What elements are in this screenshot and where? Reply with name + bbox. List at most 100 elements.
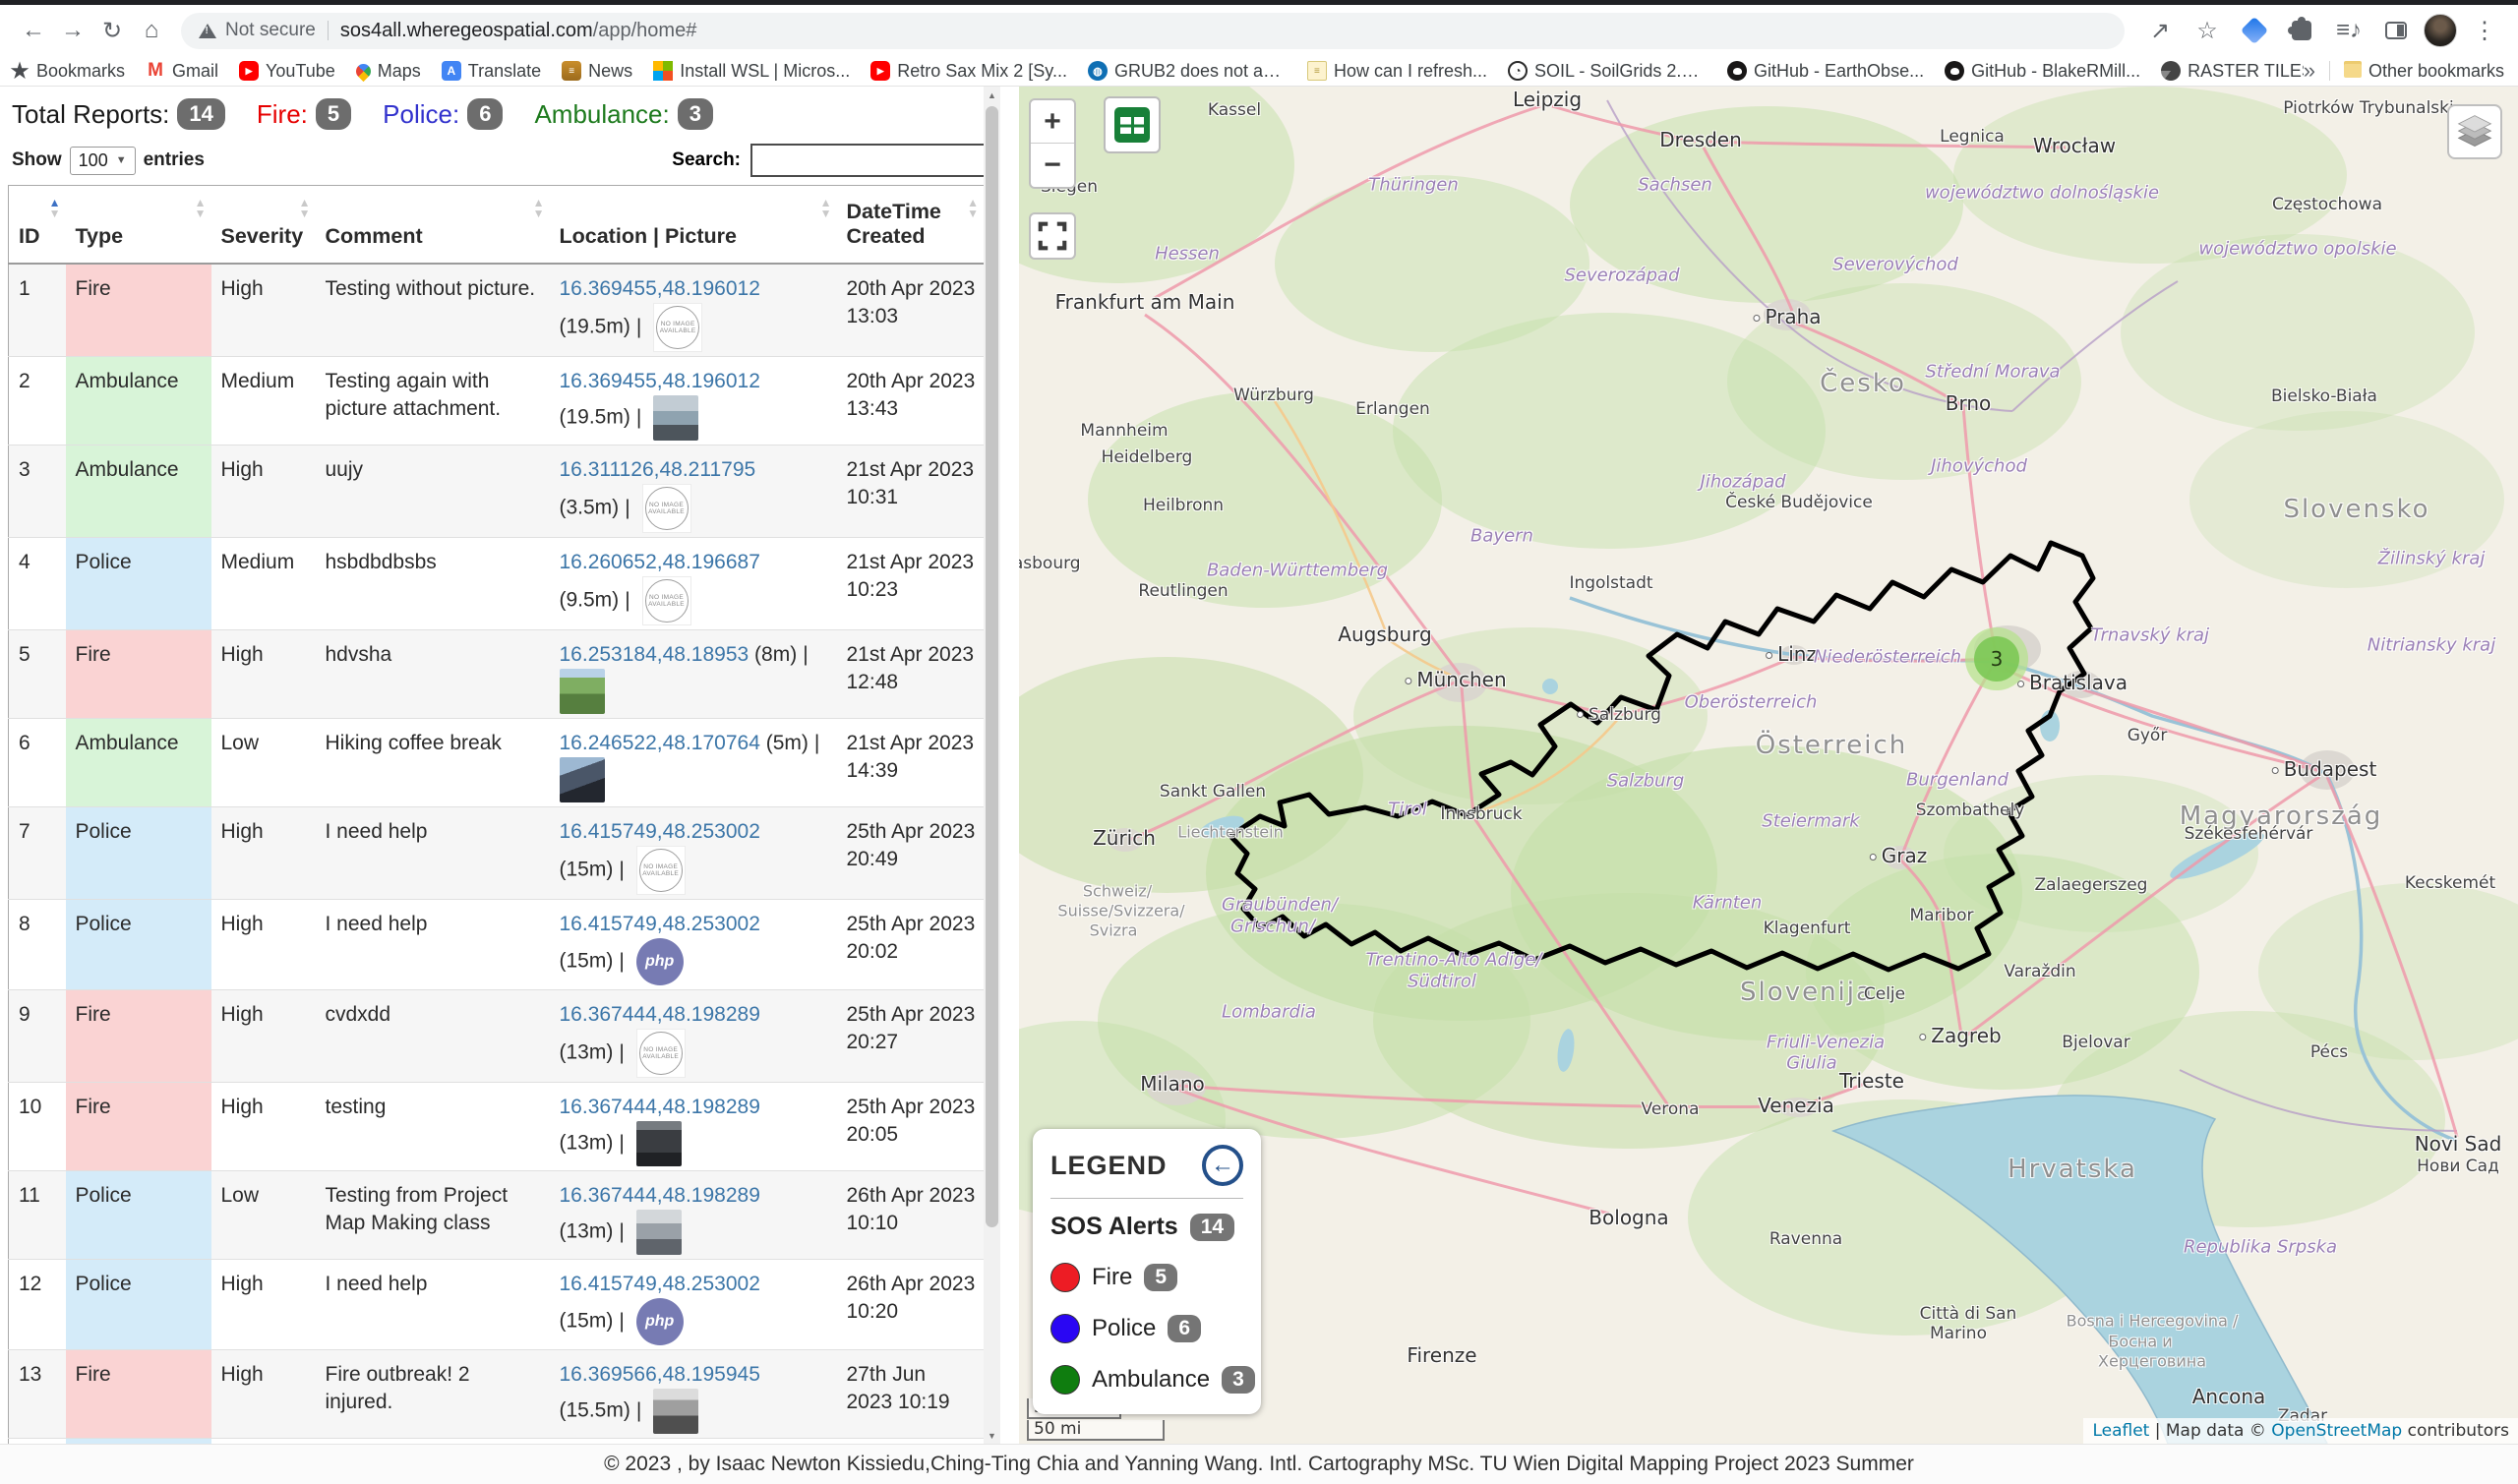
- share-icon[interactable]: ↗: [2140, 11, 2180, 50]
- bookmark-label: Translate: [468, 61, 541, 82]
- star-icon: ★: [10, 61, 30, 81]
- stat-badge: 14: [177, 98, 224, 130]
- scrollbar-thumb[interactable]: [986, 106, 998, 1227]
- location-link[interactable]: 16.369566,48.195945: [560, 1363, 760, 1386]
- no-image-placeholder[interactable]: NO IMAGE AVAILABLE: [636, 846, 686, 895]
- page-size-select[interactable]: 100▼: [70, 147, 136, 175]
- column-header-severity[interactable]: Severity▲▼: [211, 186, 316, 265]
- bookmark-star-icon[interactable]: ☆: [2188, 11, 2227, 50]
- extensions-puzzle-icon[interactable]: [2282, 11, 2321, 50]
- location-link[interactable]: 16.369455,48.196012: [560, 277, 760, 300]
- side-panel-icon[interactable]: [2376, 11, 2416, 50]
- picture-thumbnail[interactable]: [636, 1121, 682, 1166]
- bookmark-item[interactable]: ≡How can I refresh...: [1307, 61, 1487, 82]
- other-bookmarks-button[interactable]: Other bookmarks: [2344, 61, 2504, 82]
- back-button[interactable]: ←: [14, 11, 53, 50]
- bookmarks-overflow-chevron[interactable]: »: [2304, 58, 2315, 84]
- cell-severity: Medium: [211, 538, 316, 630]
- bookmark-item[interactable]: ▶Retro Sax Mix 2 [Sy...: [870, 61, 1067, 82]
- no-image-placeholder[interactable]: NO IMAGE AVAILABLE: [642, 576, 691, 625]
- leaflet-link[interactable]: Leaflet: [2092, 1421, 2149, 1441]
- fullscreen-button[interactable]: [1029, 212, 1076, 260]
- bookmark-item[interactable]: GitHub - BlakeRMill...: [1945, 61, 2140, 82]
- zoom-out-button[interactable]: −: [1031, 144, 1074, 187]
- sort-icons: ▲▼: [820, 198, 832, 219]
- column-header-datetime-created[interactable]: DateTime Created▲▼: [837, 186, 985, 265]
- home-button[interactable]: ⌂: [132, 11, 171, 50]
- no-image-placeholder[interactable]: NO IMAGE AVAILABLE: [636, 1029, 686, 1078]
- bookmark-item[interactable]: ATranslate: [442, 61, 541, 82]
- show-label: Show: [12, 149, 62, 171]
- table-body: 1FireHighTesting without picture.16.3694…: [9, 264, 985, 1444]
- php-logo-thumbnail[interactable]: php: [636, 938, 684, 985]
- bookmark-item[interactable]: Maps: [356, 61, 421, 82]
- bookmark-item[interactable]: ◍GRUB2 does not ap...: [1088, 61, 1287, 82]
- maps-icon: [353, 61, 374, 82]
- location-link[interactable]: 16.253184,48.18953: [560, 643, 749, 666]
- accuracy-text: (19.5m): [560, 406, 630, 429]
- legend-collapse-button[interactable]: ←: [1202, 1145, 1243, 1186]
- column-header-id[interactable]: ID▲▼: [9, 186, 66, 265]
- no-image-placeholder[interactable]: NO IMAGE AVAILABLE: [653, 303, 702, 352]
- table-row: 12PoliceHighI need help16.415749,48.2530…: [9, 1260, 985, 1350]
- php-logo-thumbnail[interactable]: php: [636, 1298, 684, 1345]
- osm-link[interactable]: OpenStreetMap: [2271, 1421, 2402, 1441]
- grub-icon: ◍: [1088, 61, 1108, 81]
- gmail-icon: M: [146, 61, 165, 81]
- bookmark-item[interactable]: MGmail: [146, 61, 218, 82]
- cell-location-picture: 16.311126,48.211795 (3.5m)| NO IMAGE AVA…: [550, 445, 837, 538]
- zoom-in-button[interactable]: +: [1031, 100, 1074, 144]
- stat-item: Total Reports: 14: [12, 98, 225, 130]
- cell-severity: High: [211, 1260, 316, 1350]
- bookmark-item[interactable]: ▶YouTube: [239, 61, 335, 82]
- accuracy-text: (13m): [560, 1132, 614, 1155]
- picture-thumbnail[interactable]: [636, 1210, 682, 1255]
- sort-icons: ▲▼: [49, 198, 61, 219]
- search-input[interactable]: [750, 144, 991, 177]
- column-header-comment[interactable]: Comment▲▼: [316, 186, 550, 265]
- bookmark-item[interactable]: GitHub - EarthObse...: [1727, 61, 1924, 82]
- column-header-type[interactable]: Type▲▼: [66, 186, 211, 265]
- picture-thumbnail[interactable]: [653, 395, 698, 441]
- picture-thumbnail[interactable]: [560, 669, 605, 714]
- location-link[interactable]: 16.415749,48.253002: [560, 820, 760, 843]
- map-panel[interactable]: KasselLeipzigDresdenLegnicaWrocławPiotrk…: [1019, 87, 2518, 1444]
- cell-type: Fire: [66, 264, 211, 357]
- location-link[interactable]: 16.311126,48.211795: [560, 458, 756, 481]
- scrollbar-up-arrow[interactable]: ▲: [984, 87, 1000, 103]
- cell-comment: I need help: [316, 1260, 550, 1350]
- location-link[interactable]: 16.367444,48.198289: [560, 1003, 760, 1026]
- location-link[interactable]: 16.415749,48.253002: [560, 913, 760, 935]
- layers-control[interactable]: [2447, 104, 2502, 159]
- location-link[interactable]: 16.369455,48.196012: [560, 370, 760, 392]
- profile-avatar[interactable]: [2424, 14, 2457, 47]
- no-image-placeholder[interactable]: NO IMAGE AVAILABLE: [642, 484, 691, 533]
- reload-button[interactable]: ↻: [92, 11, 132, 50]
- bookmark-item[interactable]: RASTER TILES – Wh...: [2161, 61, 2304, 82]
- accuracy-text: (9.5m): [560, 589, 620, 612]
- bookmark-item[interactable]: Install WSL | Micros...: [653, 61, 850, 82]
- location-link[interactable]: 16.367444,48.198289: [560, 1184, 760, 1207]
- marker-cluster[interactable]: 3: [1965, 627, 2028, 690]
- table-toggle-button[interactable]: [1104, 96, 1161, 153]
- location-link[interactable]: 16.260652,48.196687: [560, 551, 760, 573]
- location-link[interactable]: 16.415749,48.253002: [560, 1273, 760, 1295]
- no-image-icon: NO IMAGE AVAILABLE: [645, 487, 689, 530]
- column-header-location-picture[interactable]: Location | Picture▲▼: [550, 186, 837, 265]
- picture-thumbnail[interactable]: [653, 1389, 698, 1434]
- bookmark-item[interactable]: ≡News: [562, 61, 632, 82]
- ambulance-marker-icon: [1050, 1365, 1080, 1395]
- bookmark-item[interactable]: ★Bookmarks: [10, 61, 125, 82]
- stat-label: Total Reports:: [12, 99, 169, 130]
- bookmark-item[interactable]: ◔SOIL - SoilGrids 2.0:...: [1508, 61, 1707, 82]
- extension-cap-icon[interactable]: [2235, 11, 2274, 50]
- location-link[interactable]: 16.246522,48.170764: [560, 732, 760, 754]
- url-bar[interactable]: Not secure sos4all.wheregeospatial.com/a…: [181, 13, 2125, 49]
- table-scrollbar[interactable]: ▲ ▼: [984, 87, 1000, 1444]
- forward-button[interactable]: →: [53, 11, 92, 50]
- picture-thumbnail[interactable]: [560, 757, 605, 802]
- location-link[interactable]: 16.367444,48.198289: [560, 1096, 760, 1118]
- menu-kebab-icon[interactable]: ⋮: [2465, 11, 2504, 50]
- playlist-icon[interactable]: ≡♪: [2329, 11, 2368, 50]
- scrollbar-down-arrow[interactable]: ▼: [984, 1427, 1000, 1444]
